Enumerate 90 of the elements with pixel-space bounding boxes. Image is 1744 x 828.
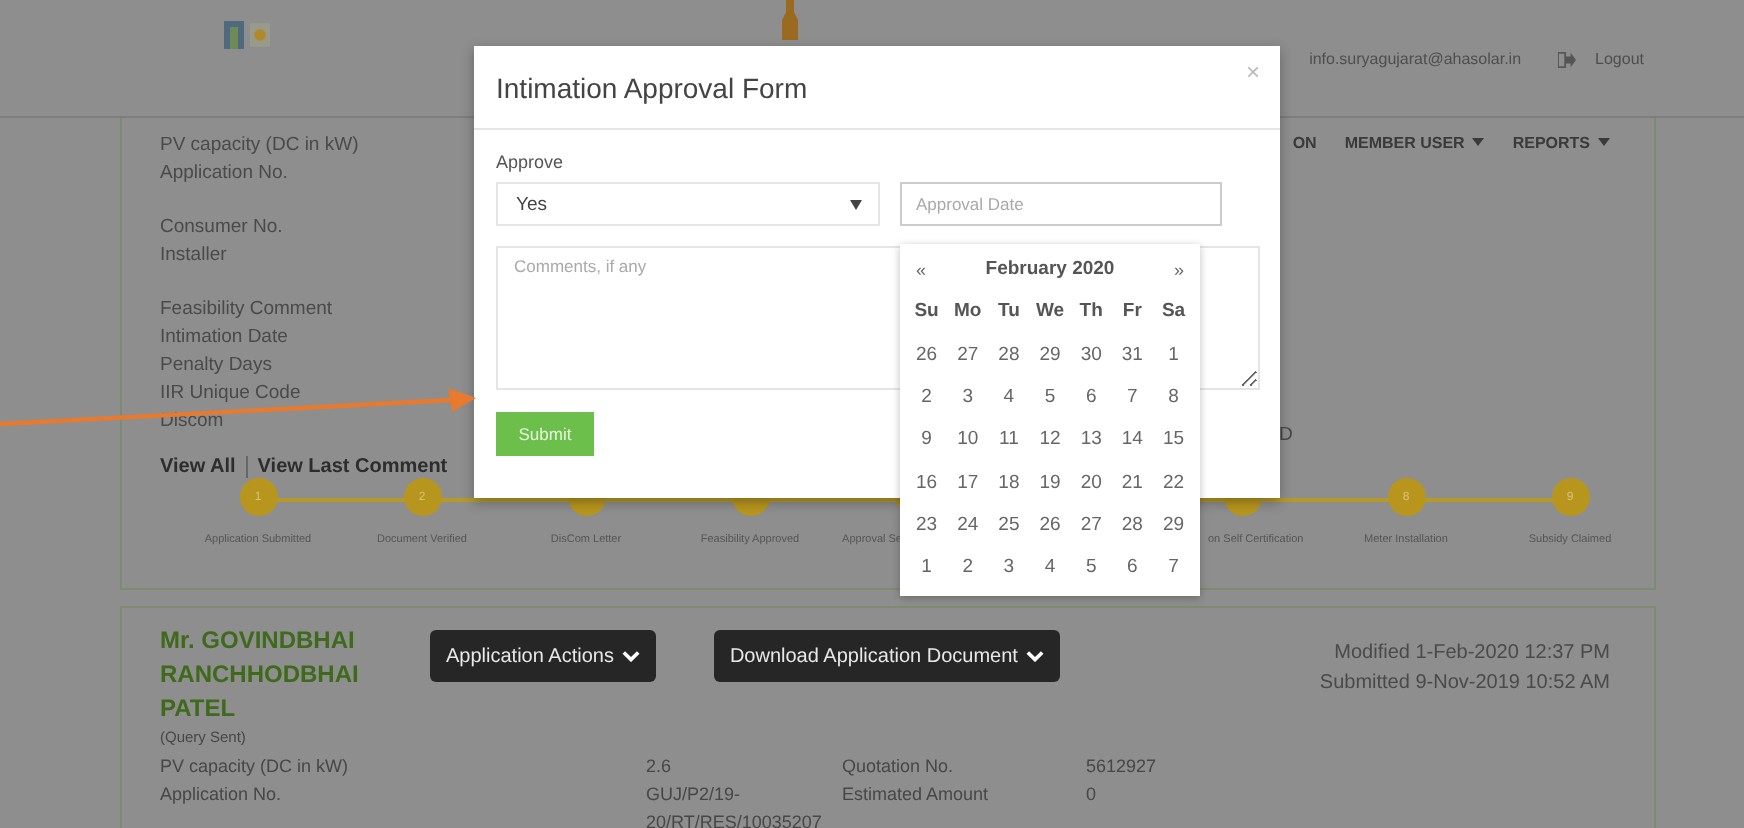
logout-icon[interactable]	[1557, 51, 1576, 67]
calendar-day[interactable]: 5	[1070, 556, 1112, 579]
calendar-day[interactable]: 22	[1152, 471, 1195, 494]
modal-title: Intimation Approval Form	[496, 71, 808, 103]
calendar-day[interactable]: 4	[988, 386, 1030, 409]
calendar-day[interactable]: 30	[1070, 343, 1112, 366]
calendar-day[interactable]: 8	[1152, 386, 1195, 409]
calendar-day[interactable]: 18	[988, 471, 1030, 494]
calendar-day[interactable]: 29	[1152, 513, 1195, 536]
calendar-day[interactable]: 12	[1029, 428, 1071, 451]
calendar-day[interactable]: 1	[1152, 343, 1195, 366]
view-all-link[interactable]: View All	[160, 456, 236, 478]
next-month-button[interactable]: »	[1173, 259, 1184, 280]
field-label: Estimated Amount	[842, 782, 991, 808]
calendar-day[interactable]: 28	[988, 343, 1030, 366]
calendar-day[interactable]: 27	[947, 343, 989, 366]
field-label: Application No.	[160, 160, 288, 188]
calendar-day[interactable]: 23	[906, 513, 948, 536]
calendar-day[interactable]: 25	[988, 513, 1030, 536]
approve-select[interactable]: Yes	[496, 182, 880, 226]
download-document-button[interactable]: Download Application Document	[713, 630, 1060, 682]
calendar-day[interactable]: 10	[947, 428, 989, 451]
calendar-day[interactable]: 7	[1111, 386, 1153, 409]
calendar-day[interactable]: 1	[906, 556, 948, 579]
calendar-day[interactable]: 31	[1111, 343, 1153, 366]
calendar-day[interactable]: 20	[1070, 471, 1112, 494]
calendar-day[interactable]: 7	[1152, 556, 1195, 579]
calendar-day[interactable]: 3	[988, 556, 1030, 579]
weekday-label: Mo	[952, 300, 984, 323]
calendar-day[interactable]: 21	[1111, 471, 1153, 494]
calendar-day[interactable]: 14	[1111, 428, 1153, 451]
field-label: Installer	[160, 242, 227, 270]
building-logo-icon	[224, 20, 244, 50]
previous-month-button[interactable]: «	[916, 259, 927, 280]
calendar-day[interactable]: 24	[947, 513, 989, 536]
field-label: Application No.	[160, 782, 284, 808]
approval-date-input[interactable]: Approval Date	[900, 182, 1222, 226]
field-label: Consumer No.	[160, 214, 283, 242]
calendar-day[interactable]: 6	[1070, 386, 1112, 409]
calendar-day[interactable]: 9	[906, 428, 948, 451]
calendar-day[interactable]: 13	[1070, 428, 1112, 451]
submitted-date: Submitted 9-Nov-2019 10:52 AM	[1319, 670, 1610, 698]
month-title[interactable]: February 2020	[985, 258, 1115, 281]
nav-menu-item[interactable]: MEMBER USER	[1344, 128, 1485, 156]
weekday-label: Th	[1077, 300, 1105, 323]
calendar-day[interactable]: 17	[947, 471, 989, 494]
calendar-day[interactable]: 5	[1029, 386, 1071, 409]
view-last-comment-link[interactable]: View Last Comment	[257, 456, 448, 478]
weekday-label: Sa	[1159, 300, 1188, 323]
calendar-day[interactable]: 27	[1070, 513, 1112, 536]
calendar-day[interactable]: 26	[906, 343, 948, 366]
field-label: PV capacity (DC in kW)	[160, 132, 359, 160]
nav-menu-item[interactable]: ON	[1292, 128, 1317, 156]
field-label: Feasibility Comment	[160, 296, 333, 324]
calendar-day[interactable]: 26	[1029, 513, 1071, 536]
sun-logo-icon	[250, 20, 270, 50]
applicant-name: Mr. GOVINDBHAI RANCHHODBHAI PATEL	[160, 624, 361, 726]
field-label: Penalty Days	[160, 352, 272, 380]
weekday-label: We	[1033, 300, 1067, 323]
calendar-day[interactable]: 16	[906, 471, 948, 494]
calendar-day[interactable]: 2	[947, 556, 989, 579]
chevron-down-icon	[621, 650, 640, 662]
calendar-day[interactable]: 2	[906, 386, 948, 409]
field-value: D	[1278, 424, 1293, 446]
field-value: GUJ/P2/19-20/RT/RES/10035207	[646, 782, 824, 828]
field-value: 2.6	[646, 754, 674, 780]
nav-menu-item[interactable]: REPORTS	[1512, 128, 1610, 156]
modified-date: Modified 1-Feb-2020 12:37 PM	[1334, 640, 1610, 668]
field-value: 5612927	[1086, 754, 1157, 780]
approve-label: Approve	[496, 152, 566, 172]
field-label: Quotation No.	[842, 754, 956, 780]
weekday-label: Tu	[995, 300, 1022, 323]
weekday-label: Fr	[1120, 300, 1144, 323]
calendar-day[interactable]: 19	[1029, 471, 1071, 494]
calendar-day[interactable]: 29	[1029, 343, 1071, 366]
chevron-down-icon	[1025, 650, 1044, 662]
weekday-label: Su	[912, 300, 941, 323]
field-value: 0	[1086, 782, 1097, 808]
emblem-icon	[782, 0, 798, 40]
user-email: info.suryagujarat@ahasolar.in	[1309, 50, 1522, 68]
field-label: Intimation Date	[160, 324, 288, 352]
calendar-day[interactable]: 4	[1029, 556, 1071, 579]
calendar-day[interactable]: 6	[1111, 556, 1153, 579]
calendar-day[interactable]: 11	[988, 428, 1030, 451]
calendar-day[interactable]: 3	[947, 386, 989, 409]
field-label: PV capacity (DC in kW)	[160, 754, 351, 780]
application-actions-button[interactable]: Application Actions	[430, 630, 656, 682]
calendar-day[interactable]: 15	[1152, 428, 1195, 451]
calendar-day[interactable]: 28	[1111, 513, 1153, 536]
field-label: IIR Unique Code	[160, 380, 301, 408]
